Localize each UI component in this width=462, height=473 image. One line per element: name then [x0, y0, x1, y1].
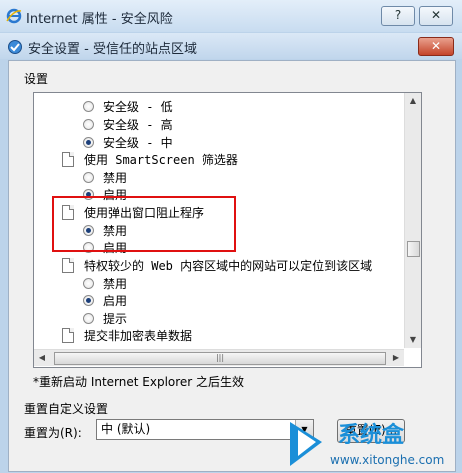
radio-button-checked[interactable] [83, 295, 94, 306]
svg-text:www.xitonghe.com: www.xitonghe.com [330, 453, 444, 467]
settings-group-label: 设置 [24, 72, 49, 86]
security-shield-icon [8, 40, 22, 54]
restart-note: *重新启动 Internet Explorer 之后生效 [33, 375, 245, 389]
radio-button[interactable] [83, 119, 94, 130]
svg-text:系统盒: 系统盒 [338, 422, 405, 448]
help-button[interactable]: ? [381, 6, 415, 26]
outer-close-button[interactable]: ✕ [419, 6, 453, 26]
reset-group-label: 重置自定义设置 [24, 402, 109, 416]
radio-button[interactable] [83, 172, 94, 183]
scroll-down-arrow-icon[interactable]: ▼ [405, 332, 421, 348]
xitonghe-watermark-logo: 系统盒 www.xitonghe.com [290, 422, 444, 467]
radio-button[interactable] [83, 278, 94, 289]
highlight-box [52, 196, 236, 252]
radio-button-checked[interactable] [83, 137, 94, 148]
scroll-up-arrow-icon[interactable]: ▲ [405, 93, 421, 109]
vertical-scrollbar[interactable]: ▲ ▼ [404, 93, 421, 348]
outer-title-bar: Internet 属性 - 安全风险 ? ✕ [0, 0, 462, 32]
scroll-left-arrow-icon[interactable]: ◀ [34, 350, 50, 366]
radio-button[interactable] [83, 313, 94, 324]
radio-button[interactable] [83, 101, 94, 112]
setting-document-icon [62, 328, 74, 343]
scroll-right-arrow-icon[interactable]: ▶ [388, 350, 404, 366]
dialog-close-button[interactable]: ✕ [418, 37, 454, 56]
reset-to-label: 重置为(R): [24, 426, 82, 440]
reset-level-select[interactable]: 中 (默认) ▼ [96, 419, 314, 440]
setting-document-icon [62, 258, 74, 273]
reset-level-value: 中 (默认) [101, 422, 151, 436]
horizontal-scrollbar[interactable]: ◀ ||| ▶ [34, 349, 404, 366]
vertical-scroll-thumb[interactable] [407, 241, 420, 257]
horizontal-scroll-thumb[interactable]: ||| [54, 352, 386, 365]
outer-window-title: Internet 属性 - 安全风险 [26, 12, 173, 27]
dialog-title: 安全设置 - 受信任的站点区域 [28, 42, 197, 57]
dialog-title-bar: 安全设置 - 受信任的站点区域 ✕ [0, 33, 462, 59]
setting-document-icon [62, 152, 74, 167]
internet-explorer-icon [6, 8, 22, 24]
